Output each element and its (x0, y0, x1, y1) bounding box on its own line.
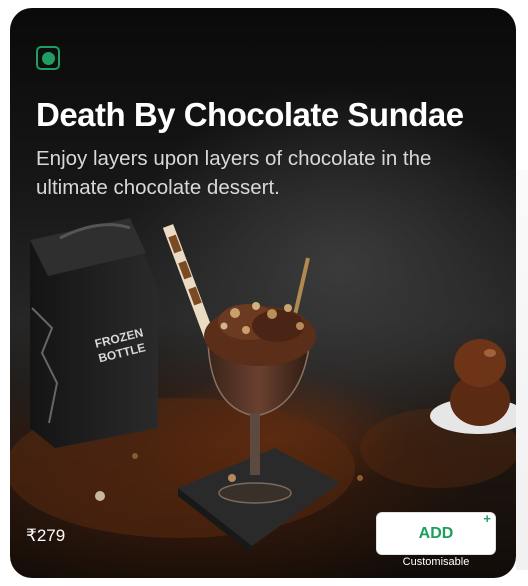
wafer-roll (162, 224, 216, 340)
plus-icon: + (483, 511, 491, 526)
product-card[interactable]: FROZEN BOTTLE Death By Chocolate Sundae … (10, 8, 516, 578)
customisable-label: Customisable (402, 556, 470, 568)
lava-cake (430, 339, 516, 434)
product-image: FROZEN BOTTLE (10, 218, 516, 554)
dessert-box: FROZEN BOTTLE (30, 218, 158, 448)
adjacent-card-edge (516, 170, 528, 570)
product-title: Death By Chocolate Sundae (36, 96, 464, 133)
product-description: Enjoy layers upon layers of chocolate in… (36, 147, 432, 199)
veg-indicator-dot (41, 51, 55, 65)
product-price: ₹279 (26, 526, 66, 545)
add-button[interactable]: ADD + (376, 511, 496, 555)
veg-indicator-icon (36, 46, 60, 70)
add-button-label: ADD (418, 524, 454, 542)
